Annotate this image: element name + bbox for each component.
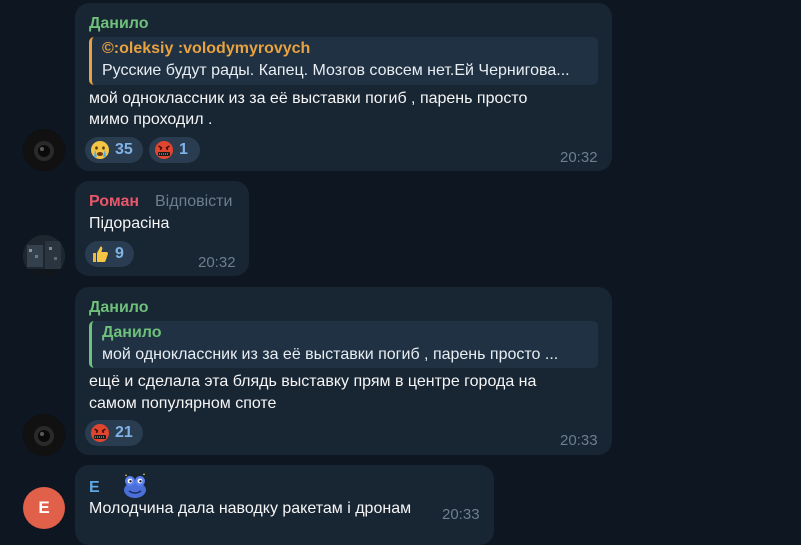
quote-author: Данило	[102, 324, 162, 341]
angry-censored-face-emoji-icon	[91, 424, 109, 442]
message-text-line: ещё и сделала эта блядь выставку прям в …	[89, 373, 537, 390]
avatar[interactable]	[23, 235, 65, 277]
avatar[interactable]: Е	[23, 487, 65, 529]
message-bubble[interactable]: Е Молодчина дала наводку ракетам і дрона…	[75, 465, 494, 545]
message-timestamp: 20:33	[560, 432, 598, 449]
thumbs-up-emoji-icon	[93, 246, 108, 262]
avatar-letter: Е	[38, 498, 50, 517]
message-bubble[interactable]: Данило Данило мой одноклассник из за её …	[75, 287, 612, 455]
message-timestamp: 20:33	[442, 506, 480, 523]
avatar[interactable]	[23, 414, 65, 456]
frog-sticker-emoji-icon	[124, 473, 146, 498]
message-timestamp: 20:32	[560, 149, 598, 166]
avatar[interactable]	[23, 129, 65, 171]
photo-avatar-image	[23, 235, 65, 277]
author-name[interactable]: Данило	[89, 299, 149, 317]
quote-author: ©:oleksiy :volodymyrovych	[102, 40, 311, 57]
camera-lens-avatar-image	[23, 129, 65, 171]
message-text-line: Підорасіна	[89, 215, 170, 232]
author-name[interactable]: Е	[89, 479, 100, 497]
reaction-chip[interactable]: 9	[85, 241, 134, 267]
angry-censored-face-emoji-icon	[155, 141, 173, 159]
reaction-count: 9	[115, 245, 124, 262]
message-text-line: Молодчина дала наводку ракетам і дронам	[89, 500, 412, 517]
reply-quote[interactable]: Данило мой одноклассник из за её выставк…	[89, 321, 598, 368]
quote-text: Русские будут рады. Капец. Мозгов совсем…	[102, 62, 570, 79]
reaction-chip[interactable]: 1	[149, 137, 200, 163]
reaction-chip[interactable]: 35	[85, 137, 143, 163]
reaction-count: 21	[115, 424, 133, 441]
message-text-line: мой одноклассник из за её выставки погиб…	[89, 90, 528, 107]
message-timestamp: 20:32	[198, 254, 236, 271]
message-text-line: мимо проходил .	[89, 111, 213, 128]
reaction-count: 1	[179, 141, 188, 158]
reply-quote[interactable]: ©:oleksiy :volodymyrovych Русские будут …	[89, 37, 598, 85]
quote-text: мой одноклассник из за её выставки погиб…	[102, 346, 559, 363]
crying-face-emoji-icon	[91, 141, 109, 159]
author-name[interactable]: Роман	[89, 193, 139, 211]
reaction-count: 35	[115, 141, 133, 158]
message-bubble[interactable]: Данило ©:oleksiy :volodymyrovych Русские…	[75, 3, 612, 171]
message-bubble[interactable]: Роман Відповісти Підорасіна 9 20:32	[75, 181, 249, 276]
message-text-line: самом популярном споте	[89, 395, 277, 412]
author-name[interactable]: Данило	[89, 15, 149, 33]
camera-lens-avatar-image	[23, 414, 65, 456]
reaction-chip[interactable]: 21	[85, 420, 143, 446]
reply-button[interactable]: Відповісти	[155, 193, 232, 211]
